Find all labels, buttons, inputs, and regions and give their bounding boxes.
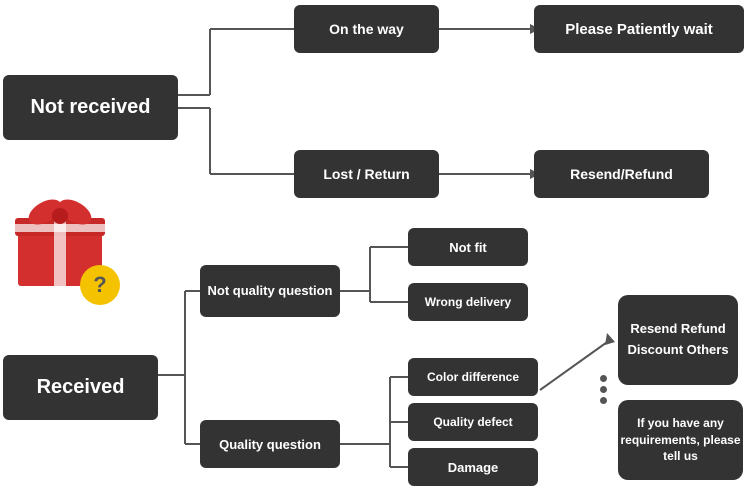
if-requirements-node: If you have any requirements, please tel… bbox=[618, 400, 743, 480]
question-badge: ? bbox=[80, 265, 120, 305]
ellipsis-dots bbox=[600, 375, 607, 404]
quality-defect-node: Quality defect bbox=[408, 403, 538, 441]
not-quality-node: Not quality question bbox=[200, 265, 340, 317]
resend-refund-top-node: Resend/Refund bbox=[534, 150, 709, 198]
on-the-way-node: On the way bbox=[294, 5, 439, 53]
not-received-node: Not received bbox=[3, 75, 178, 140]
damage-node: Damage bbox=[408, 448, 538, 486]
please-wait-node: Please Patiently wait bbox=[534, 5, 744, 53]
not-fit-node: Not fit bbox=[408, 228, 528, 266]
wrong-delivery-node: Wrong delivery bbox=[408, 283, 528, 321]
quality-question-node: Quality question bbox=[200, 420, 340, 468]
resend-options-node: Resend Refund Discount Others bbox=[618, 295, 738, 385]
received-node: Received bbox=[3, 355, 158, 420]
color-difference-node: Color difference bbox=[408, 358, 538, 396]
lost-return-node: Lost / Return bbox=[294, 150, 439, 198]
